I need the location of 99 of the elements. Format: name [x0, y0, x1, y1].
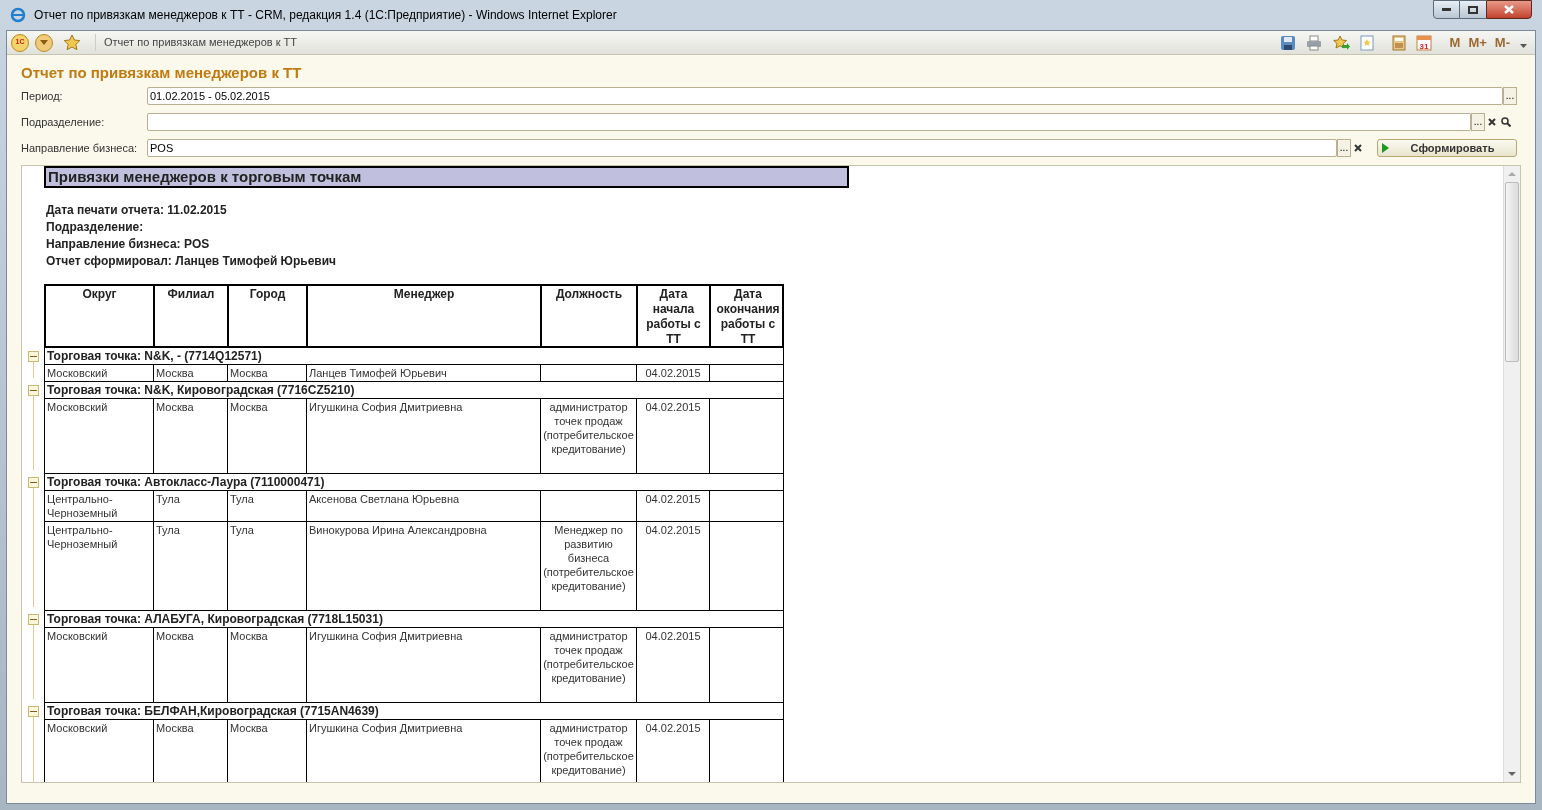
report-info-line: Направление бизнеса: POS: [46, 236, 211, 253]
star-arrow-icon[interactable]: [1331, 34, 1350, 51]
table-cell: 04.02.2015: [637, 399, 710, 473]
minus-icon: [29, 619, 37, 620]
table-cell: 04.02.2015: [637, 628, 710, 702]
table-cell: 04.02.2015: [637, 720, 710, 782]
report-info-line: Подразделение:: [46, 219, 145, 236]
scrollbar[interactable]: [1503, 166, 1520, 782]
table-cell: Москва: [154, 628, 228, 702]
table-cell: 04.02.2015: [637, 491, 710, 521]
table-cell: Ланцев Тимофей Юрьевич: [307, 365, 541, 381]
maximize-icon: [1468, 5, 1478, 14]
column-header: Город: [229, 286, 308, 346]
table-cell: Москва: [228, 365, 307, 381]
table-cell: Винокурова Ирина Александровна: [307, 522, 541, 610]
table-cell: Игушкина София Дмитриевна: [307, 399, 541, 473]
print-icon[interactable]: [1305, 34, 1322, 51]
collapse-button[interactable]: [27, 385, 39, 396]
table-cell: Игушкина София Дмитриевна: [307, 720, 541, 782]
table-cell: Москва: [154, 720, 228, 782]
run-button[interactable]: Сформировать: [1377, 139, 1517, 157]
calculator-icon[interactable]: [1391, 34, 1406, 51]
table-cell: Москва: [228, 399, 307, 473]
table-cell: Тула: [154, 522, 228, 610]
minimize-icon: [1442, 8, 1451, 11]
form-heading: Отчет по привязкам менеджеров к ТТ: [21, 63, 303, 83]
table-cell: Тула: [228, 522, 307, 610]
report-title: Привязки менеджеров к торговым точкам: [44, 166, 849, 188]
field-label: Период:: [21, 88, 64, 104]
collapse-button[interactable]: [27, 477, 39, 488]
table-cell: Москва: [154, 365, 228, 381]
table-cell: администратор точек продаж (потребительское кредитование): [541, 399, 637, 473]
table-cell: Менеджер по развитию бизнеса (потребительское кредитование): [541, 522, 637, 610]
group-row[interactable]: Торговая точка: АЛАБУГА, Кировоградская (7718L15031): [44, 611, 784, 628]
table-cell: Центрально-Черноземный: [45, 491, 154, 521]
input-field[interactable]: 01.02.2015 - 05.02.2015: [147, 87, 1503, 105]
close-button[interactable]: [1486, 0, 1532, 19]
memory-button[interactable]: M-: [1494, 32, 1510, 53]
ellipsis-button[interactable]: ...: [1503, 87, 1517, 105]
close-icon: [1354, 144, 1362, 152]
search-icon: [1501, 117, 1511, 127]
table-cell: Московский: [45, 365, 154, 381]
calendar-icon[interactable]: 31: [1415, 34, 1432, 51]
table-cell: Москва: [228, 628, 307, 702]
table-cell: Москва: [154, 399, 228, 473]
table-cell: Центрально-Черноземный: [45, 522, 154, 610]
table-cell: 04.02.2015: [637, 365, 710, 381]
ellipsis-button[interactable]: ...: [1471, 113, 1485, 131]
close-icon: [1504, 5, 1514, 14]
save-icon[interactable]: [1279, 34, 1296, 51]
table-cell: Аксенова Светлана Юрьевна: [307, 491, 541, 521]
table-cell: Тула: [228, 491, 307, 521]
minus-icon: [29, 711, 37, 712]
table-cell: Московский: [45, 720, 154, 782]
table-cell: администратор точек продаж (потребительское кредитование): [541, 628, 637, 702]
input-field[interactable]: POS: [147, 139, 1337, 157]
window-title: Отчет по привязкам менеджеров к ТТ - CRM, редакция 1.4 (1С:Предприятие) - Windows Internet Explorer: [34, 7, 618, 24]
scrollbar-thumb[interactable]: [1505, 182, 1519, 362]
group-row[interactable]: Торговая точка: Автокласс-Лаура (7110000471): [44, 474, 784, 491]
column-header: Округ: [46, 286, 155, 346]
memory-button[interactable]: M: [1449, 32, 1461, 53]
caret-icon[interactable]: [1520, 44, 1527, 49]
group-row[interactable]: Торговая точка: N&K, - (7714Q12571): [44, 348, 784, 365]
minus-icon: [29, 390, 37, 391]
maximize-button[interactable]: [1460, 0, 1486, 19]
memory-button[interactable]: M+: [1468, 32, 1487, 53]
star-icon[interactable]: [63, 33, 81, 52]
field-label: Направление бизнеса:: [21, 140, 139, 156]
collapse-button[interactable]: [27, 614, 39, 625]
collapse-button[interactable]: [27, 351, 39, 362]
column-header: Менеджер: [308, 286, 542, 346]
group-row[interactable]: Торговая точка: N&K, Кировоградская (7716CZ5210): [44, 382, 784, 399]
input-field[interactable]: [147, 113, 1471, 131]
column-header: Дата окончания работы с ТТ: [715, 286, 781, 346]
minus-icon: [29, 356, 37, 357]
table-cell: Московский: [45, 399, 154, 473]
table-cell: Москва: [228, 720, 307, 782]
column-header: Дата начала работы с ТТ: [638, 286, 711, 346]
group-row[interactable]: Торговая точка: БЕЛФАН,Кировоградская (7715AN4639): [44, 703, 784, 720]
table-cell: администратор точек продаж (потребительское кредитование): [541, 720, 637, 782]
column-header: Филиал: [155, 286, 229, 346]
field-label: Подразделение:: [21, 114, 106, 130]
report-info-line: Отчет сформировал: Ланцев Тимофей Юрьевич: [46, 253, 338, 270]
collapse-button[interactable]: [27, 706, 39, 717]
table-cell: 04.02.2015: [637, 522, 710, 610]
report-info-line: Дата печати отчета: 11.02.2015: [46, 202, 228, 219]
browser-icon: [10, 7, 26, 23]
table-cell: Игушкина София Дмитриевна: [307, 628, 541, 702]
table-cell: Московский: [45, 628, 154, 702]
column-header: Должность: [542, 286, 638, 346]
minus-icon: [29, 482, 37, 483]
ellipsis-button[interactable]: ...: [1337, 139, 1351, 157]
table-cell: Тула: [154, 491, 228, 521]
caret-icon: [40, 40, 48, 45]
page-title: Отчет по привязкам менеджеров к ТТ: [95, 34, 1274, 51]
close-icon: [1488, 118, 1496, 126]
play-icon: [1382, 143, 1389, 153]
minimize-button[interactable]: [1433, 0, 1460, 19]
dropdown-button[interactable]: [35, 33, 53, 52]
